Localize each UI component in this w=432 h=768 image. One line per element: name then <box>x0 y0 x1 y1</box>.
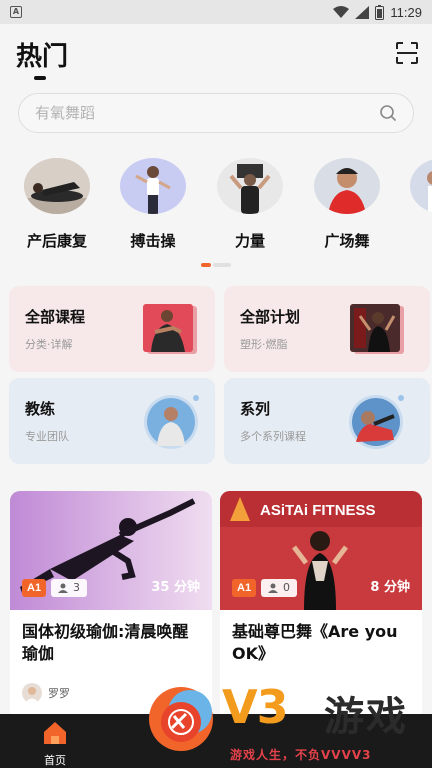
category-image <box>410 158 432 214</box>
tile-image <box>349 395 404 449</box>
banner-text: ASiTAi FITNESS <box>260 502 376 519</box>
status-bar: A 11:29 <box>0 0 432 24</box>
watermark-logo-icon <box>149 687 213 751</box>
tile-subtitle: 塑形·燃脂 <box>240 338 288 351</box>
tile-title: 全部计划 <box>240 308 301 326</box>
category-label: 搏击操 <box>130 232 176 250</box>
course-author: 罗罗 <box>22 683 70 703</box>
battery-icon <box>375 4 385 20</box>
category-item-strength[interactable]: 力量 <box>205 158 295 251</box>
nav-home-label: 首页 <box>44 754 66 767</box>
tile-image <box>144 395 199 449</box>
participant-count: 3 <box>73 581 80 594</box>
course-title: 基础尊巴舞《Are you OK》 <box>232 622 398 663</box>
category-image <box>314 158 380 214</box>
avatar <box>22 683 42 703</box>
category-item-postpartum[interactable]: 产后康复 <box>12 158 102 251</box>
category-image <box>217 158 283 214</box>
course-duration: 8 分钟 <box>370 580 410 595</box>
page-dot-active <box>201 263 211 267</box>
title-indicator <box>34 76 46 80</box>
tile-subtitle: 分类·详解 <box>25 338 73 351</box>
category-image <box>120 158 186 214</box>
person-icon <box>58 583 68 593</box>
home-icon <box>44 722 66 744</box>
watermark: V3 游戏 游戏人生，不负VVVV3 <box>148 680 432 768</box>
category-list: 产后康复 搏击操 力量 广场舞 普 <box>0 158 432 258</box>
tile-subtitle: 专业团队 <box>25 430 69 443</box>
category-item-kickboxing[interactable]: 搏击操 <box>108 158 198 251</box>
level-badge: A1 <box>22 579 47 597</box>
page-indicator <box>201 263 231 267</box>
author-name: 罗罗 <box>48 687 70 700</box>
tile-title: 全部课程 <box>25 308 86 326</box>
category-item-partial[interactable]: 普 <box>398 158 432 251</box>
watermark-name: 游戏 <box>324 694 408 740</box>
participant-badge: 3 <box>51 579 87 597</box>
category-image <box>24 158 90 214</box>
tile-series[interactable]: 系列 多个系列课程 <box>224 378 430 464</box>
participant-count: 0 <box>283 581 290 594</box>
signal-icon <box>355 5 370 19</box>
person-icon <box>268 583 278 593</box>
status-time: 11:29 <box>390 4 422 20</box>
watermark-slogan: 游戏人生，不负VVVV3 <box>230 748 372 762</box>
tile-all-plans[interactable]: 全部计划 塑形·燃脂 <box>224 286 430 372</box>
category-label: 广场舞 <box>324 232 370 250</box>
course-title: 国体初级瑜伽:清晨唤醒瑜伽 <box>22 622 189 663</box>
tile-title: 教练 <box>25 400 56 418</box>
tile-subtitle: 多个系列课程 <box>240 430 306 443</box>
level-badge: A1 <box>232 579 257 597</box>
tile-image <box>350 304 404 354</box>
page-title: 热门 <box>16 42 69 72</box>
category-item-square-dance[interactable]: 广场舞 <box>302 158 392 251</box>
category-label: 产后康复 <box>26 232 87 250</box>
nav-home[interactable]: 首页 <box>20 714 90 768</box>
category-label: 力量 <box>234 232 265 250</box>
tile-all-courses[interactable]: 全部课程 分类·详解 <box>9 286 215 372</box>
scan-icon[interactable] <box>394 40 420 66</box>
search-input[interactable] <box>35 104 379 122</box>
search-bar[interactable] <box>18 93 414 133</box>
participant-badge: 0 <box>261 579 297 597</box>
tile-coaches[interactable]: 教练 专业团队 <box>9 378 215 464</box>
tile-image <box>143 304 197 354</box>
tile-title: 系列 <box>240 400 271 418</box>
wifi-icon <box>333 5 350 18</box>
page-dot <box>213 263 231 267</box>
header: 热门 <box>0 30 432 80</box>
watermark-brand: V3 <box>222 680 289 734</box>
category-label: 普 <box>398 230 432 251</box>
notification-icon: A <box>10 6 22 18</box>
search-icon[interactable] <box>379 104 397 122</box>
course-duration: 35 分钟 <box>151 580 200 595</box>
